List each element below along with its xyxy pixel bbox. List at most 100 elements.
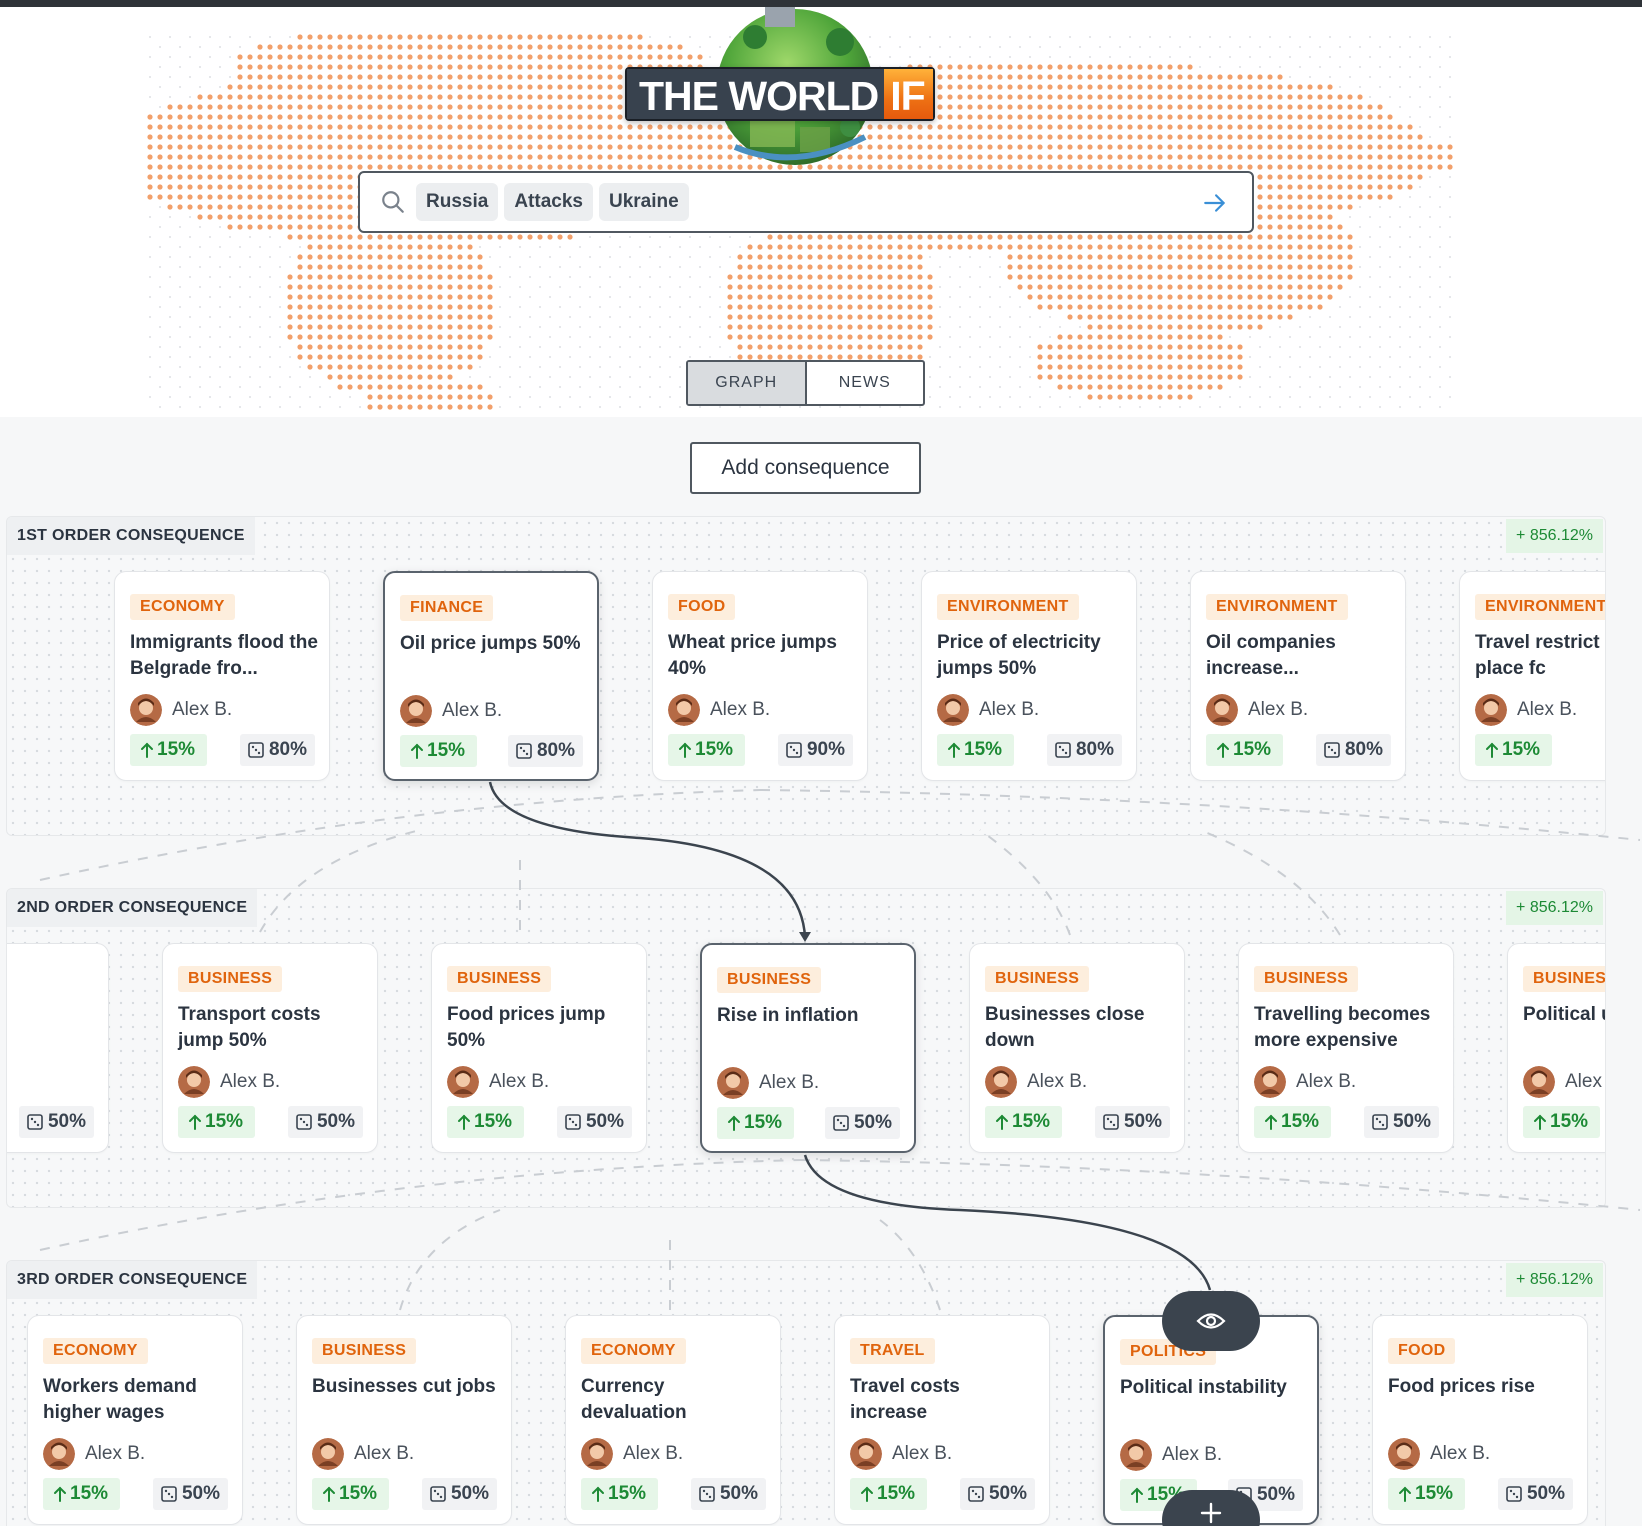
map-dot [347,124,353,130]
consequence-card[interactable]: BUSINESS Businesses close down Alex B. 15% 5… [969,943,1185,1153]
consequence-card[interactable]: BUSINESS Transport costs jump 50% Alex B. 1… [162,943,378,1153]
consequence-card[interactable]: FINANCE Oil price jumps 50% Alex B. 15% 80% [383,571,599,781]
map-dot [327,214,333,220]
add-child-consequence-button[interactable] [1162,1490,1260,1526]
map-dot [377,294,383,300]
consequence-card[interactable]: BUSINESS Businesses cut jobs Alex B. 15% 50% [296,1315,512,1525]
consequence-card[interactable]: ENVIRONMENT Oil companies increase... Alex… [1190,571,1406,781]
consequence-card[interactable]: ECONOMY Currency devaluation Alex B. 15% 50% [565,1315,781,1525]
map-dot [577,74,583,80]
card-title: Price of electricity jumps 50% [937,632,1101,679]
add-consequence-button[interactable]: Add consequence [690,442,921,494]
map-dot [827,354,833,360]
map-dot [1207,314,1213,320]
tab-graph[interactable]: GRAPH [688,362,807,404]
map-dot [417,334,423,340]
map-dot [567,114,573,120]
map-dot [649,376,651,378]
map-dot [1147,374,1153,380]
map-dot [639,306,641,308]
map-dot [1117,284,1123,290]
map-dot [397,254,403,260]
map-dot [447,334,453,340]
map-dot [1047,274,1053,280]
probability-value: 50% [1123,1111,1162,1132]
map-dot [1029,56,1031,58]
arrow-up-icon [1265,1114,1277,1130]
map-dot [1167,114,1173,120]
map-dot [1297,134,1303,140]
map-dot [207,184,213,190]
map-dot [1217,124,1223,130]
consequence-card[interactable]: ENVIRONMENT Price of electricity jumps 50… [921,571,1137,781]
consequence-card[interactable]: ENVIRONMENTTravel restrict put in place … [1459,571,1605,781]
consequence-card[interactable]: BUSINESSPolitical uAlex15% [1507,943,1605,1153]
map-dot [297,274,303,280]
consequence-card[interactable]: ECONOMY Immigrants flood the Belgrade fro… [114,571,330,781]
search-chip[interactable]: Attacks [504,183,593,221]
map-dot [1297,244,1303,250]
map-dot [1047,364,1053,370]
consequence-card[interactable]: TRAVEL Travel costs increase Alex B. 15% 50% [834,1315,1050,1525]
map-dot [197,94,203,100]
consequence-card[interactable]: jump50% [7,943,109,1153]
map-dot [367,234,373,240]
map-dot [1057,134,1063,140]
consequence-card[interactable]: ECONOMY Workers demand higher wages Alex B… [27,1315,243,1525]
map-dot [1147,254,1153,260]
map-dot [1429,296,1431,298]
brand-logo[interactable]: THE WORLD IF [620,7,950,177]
map-dot [1419,346,1421,348]
map-dot [237,154,243,160]
map-dot [297,204,303,210]
consequence-card[interactable]: FOOD Food prices rise Alex B. 15% 50% [1372,1315,1588,1525]
map-dot [739,406,741,408]
map-dot [457,314,463,320]
map-dot [1249,376,1251,378]
map-dot [857,314,863,320]
map-dot [397,134,403,140]
map-dot [577,164,583,170]
map-dot [1389,316,1391,318]
map-dot [977,84,983,90]
map-dot [477,104,483,110]
consequence-card[interactable]: FOOD Wheat price jumps 40% Alex B. 15% 90% [652,571,868,781]
map-dot [1317,224,1323,230]
map-dot [1287,84,1293,90]
map-dot [599,306,601,308]
map-dot [619,306,621,308]
consequence-card[interactable]: BUSINESS Food prices jump 50% Alex B. 15% 50… [431,943,647,1153]
map-dot [639,386,641,388]
map-dot [387,84,393,90]
map-dot [1017,114,1023,120]
map-dot [337,374,343,380]
category-tag: ECONOMY [130,594,235,620]
search-chip[interactable]: Ukraine [598,183,689,221]
map-dot [1189,56,1191,58]
map-dot [1409,116,1411,118]
map-dot [1107,384,1113,390]
consequence-card[interactable]: BUSINESS Travelling becomes more expensiv… [1238,943,1454,1153]
map-dot [1249,56,1251,58]
map-dot [257,164,263,170]
map-dot [1317,234,1323,240]
map-dot [1449,276,1451,278]
search-bar[interactable]: Russia Attacks Ukraine [358,171,1254,233]
map-dot [539,346,541,348]
tab-news[interactable]: NEWS [807,362,924,404]
map-dot [397,394,403,400]
map-dot [377,74,383,80]
consequence-card[interactable]: BUSINESS Rise in inflation Alex B. 15% 50% [700,943,916,1153]
view-details-button[interactable] [1162,1291,1260,1351]
map-dot [1029,336,1031,338]
map-dot [197,144,203,150]
map-dot [279,366,281,368]
map-dot [397,304,403,310]
map-dot [189,76,191,78]
search-chip[interactable]: Russia [416,183,499,221]
map-dot [297,134,303,140]
map-dot [1067,94,1073,100]
dice-icon [27,1114,43,1130]
map-dot [277,84,283,90]
arrow-right-icon[interactable] [1202,190,1228,216]
